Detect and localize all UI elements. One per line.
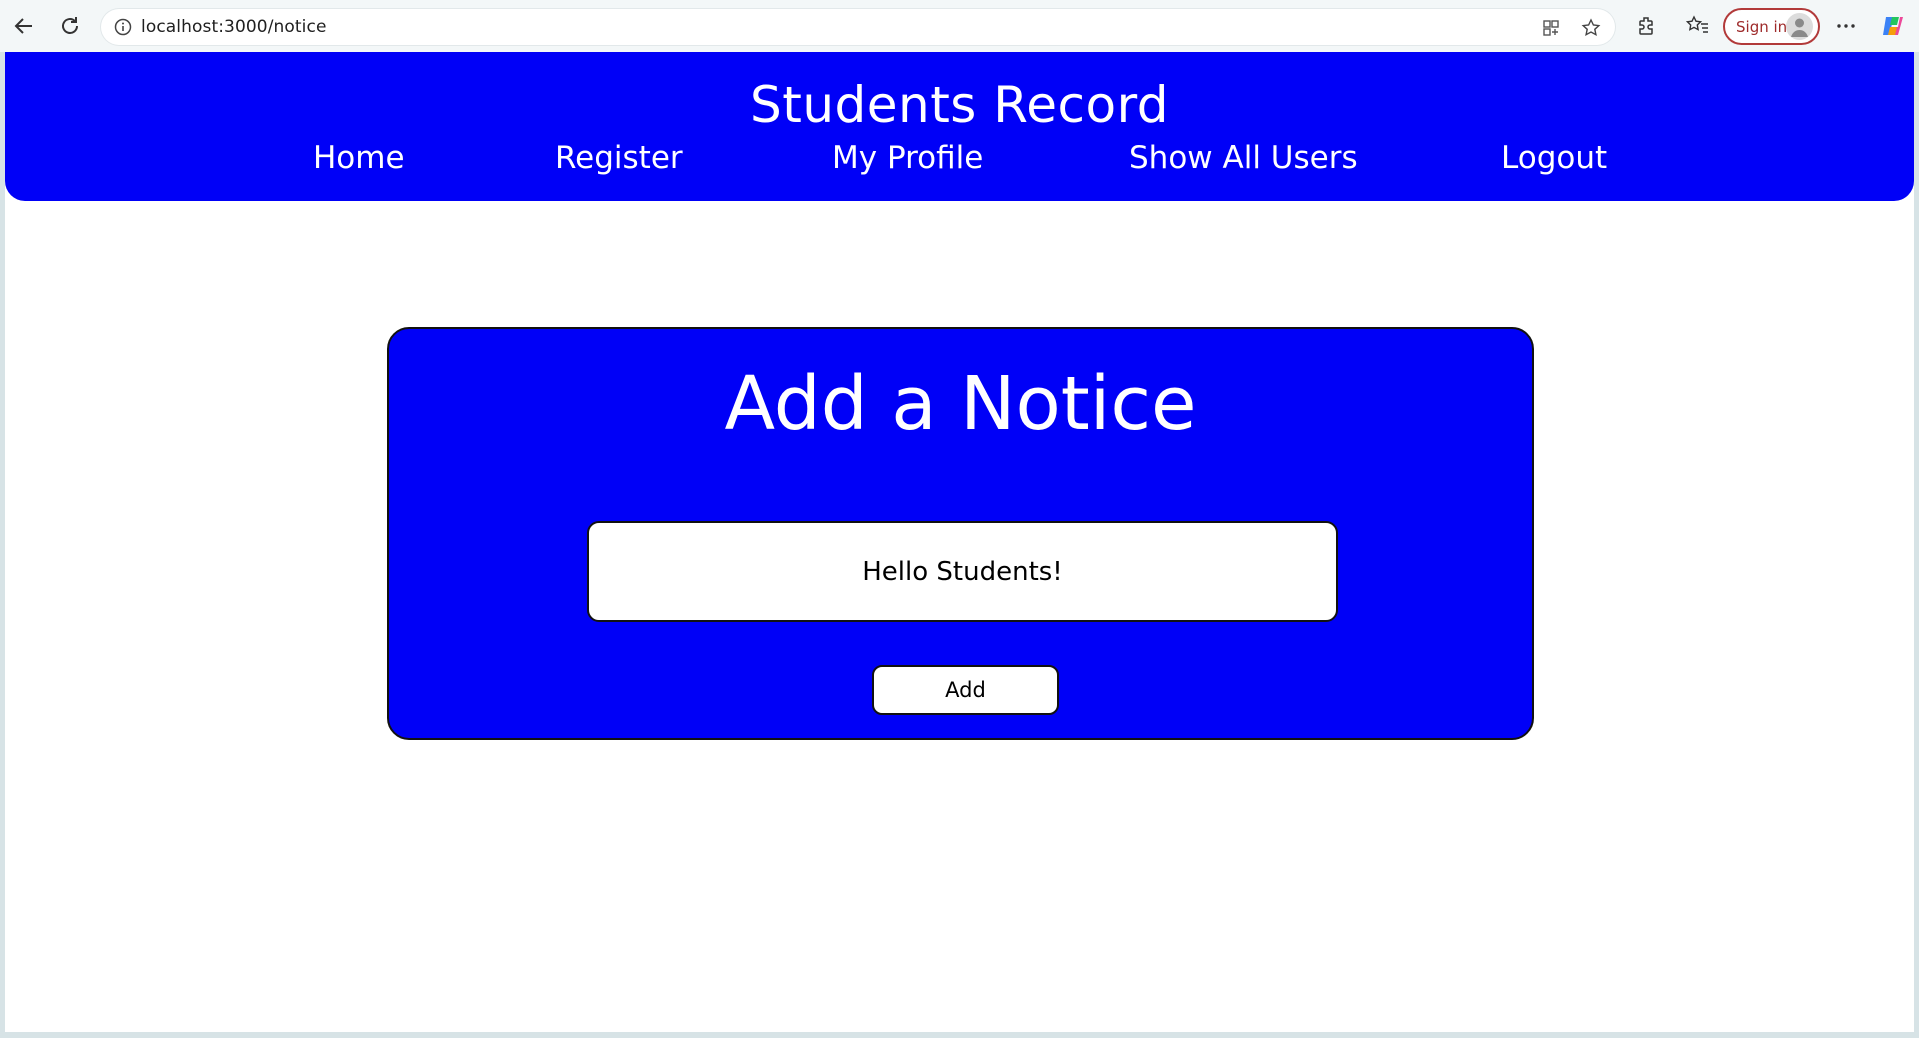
url-text[interactable]: localhost:3000/notice — [141, 17, 327, 37]
notice-input[interactable] — [587, 521, 1338, 622]
favorites-icon — [1686, 15, 1708, 33]
address-bar[interactable]: localhost:3000/notice — [101, 9, 1615, 45]
app-grid-icon[interactable] — [1541, 18, 1561, 38]
back-button[interactable] — [11, 13, 37, 39]
info-icon[interactable] — [114, 18, 132, 36]
window-edge-bottom — [0, 1032, 1919, 1038]
site-header: Students Record Home Register My Profile… — [5, 52, 1914, 201]
page-content: Students Record Home Register My Profile… — [5, 52, 1914, 1032]
nav-my-profile[interactable]: My Profile — [832, 138, 983, 178]
more-button[interactable] — [1833, 13, 1859, 39]
favorites-button[interactable] — [1685, 13, 1711, 39]
refresh-icon — [62, 17, 78, 34]
extensions-button[interactable] — [1634, 13, 1660, 39]
sign-in-button[interactable]: Sign in — [1723, 8, 1820, 45]
nav-show-all-users[interactable]: Show All Users — [1129, 138, 1358, 178]
nav-home[interactable]: Home — [313, 138, 405, 178]
add-notice-form: Add a Notice Add — [387, 327, 1534, 740]
nav-logout[interactable]: Logout — [1501, 138, 1607, 178]
refresh-button[interactable] — [57, 13, 83, 39]
sign-in-label: Sign in — [1736, 17, 1788, 36]
star-icon[interactable] — [1581, 18, 1601, 38]
copilot-button[interactable] — [1880, 13, 1906, 39]
site-title: Students Record — [749, 76, 1170, 134]
window-edge — [1914, 52, 1919, 1038]
more-icon — [1837, 24, 1855, 28]
browser-toolbar: localhost:3000/notice Sign in — [0, 0, 1919, 52]
avatar-icon — [1786, 13, 1813, 40]
add-button[interactable]: Add — [872, 665, 1059, 715]
back-arrow-icon — [14, 18, 32, 34]
form-title: Add a Notice — [724, 361, 1197, 447]
copilot-icon — [1883, 17, 1903, 35]
extensions-icon — [1639, 17, 1653, 35]
nav-register[interactable]: Register — [555, 138, 683, 178]
